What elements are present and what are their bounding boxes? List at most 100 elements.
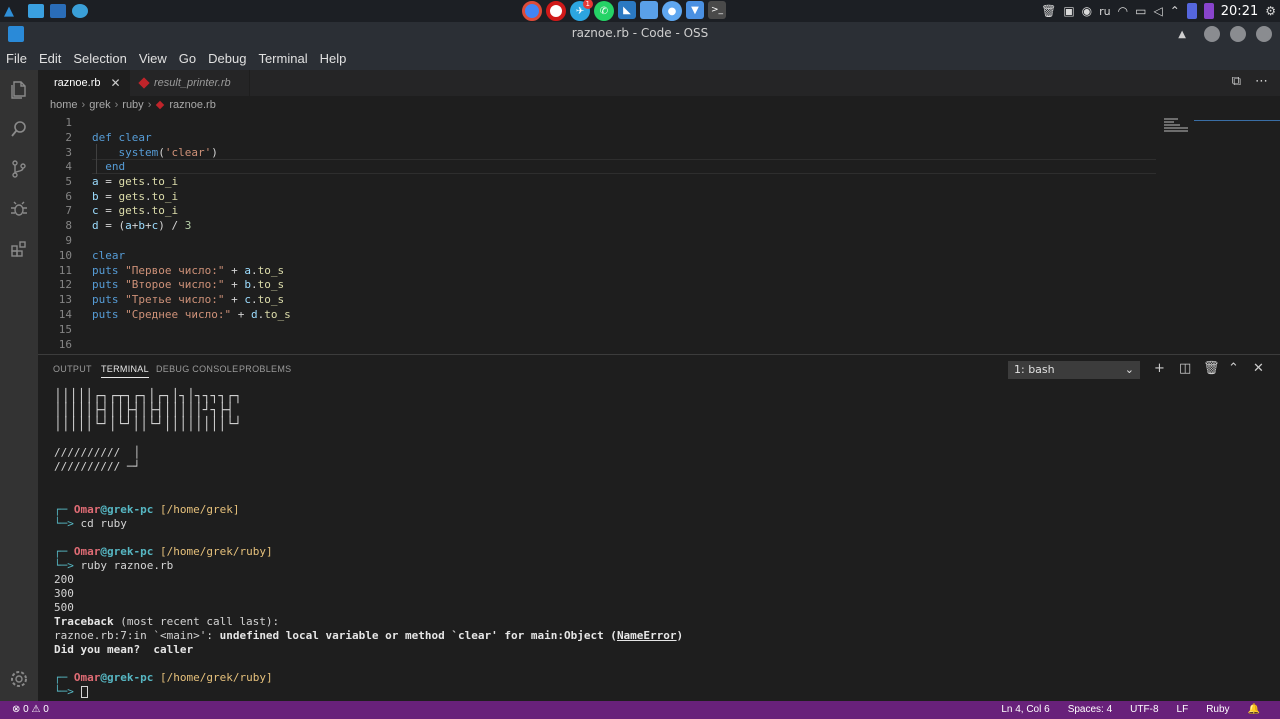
source-control-icon[interactable] [8,158,30,180]
memory-indicator-icon [1203,3,1214,19]
wifi-icon[interactable]: ◠ [1118,4,1128,18]
split-editor-icon[interactable]: ⧉ [1232,74,1241,89]
opera-icon[interactable] [546,1,566,21]
error-icon: ⊗ [12,704,21,715]
vscode-taskbar-icon[interactable] [50,4,66,18]
end-of-line[interactable]: LF [1177,704,1189,715]
menu-help[interactable]: Help [320,51,347,66]
menu-selection[interactable]: Selection [73,51,126,66]
output-line: 200 [54,573,74,586]
editor-tabs: raznoe.rb ✕ result_printer.rb ⧉ ⋯ [38,70,1280,96]
tab-output[interactable]: OUTPUT [53,364,92,374]
file-manager-icon[interactable] [28,4,44,18]
warning-icon: ⚠ [31,704,41,715]
vscode-icon[interactable]: ◣ [618,1,636,19]
output-line: 300 [54,587,74,600]
prompt-line: ┌─ Omar@grek-pc [/home/grek/ruby] [54,671,273,684]
install-icon[interactable]: ▼ [686,1,704,19]
language-mode[interactable]: Ruby [1206,704,1229,715]
chrome-icon[interactable] [522,1,542,21]
telegram-icon[interactable]: ✈ 1 [570,0,593,21]
tab-label: raznoe.rb [54,77,101,89]
tab-result-printer[interactable]: result_printer.rb [130,70,250,96]
breadcrumb-ruby[interactable]: ruby [122,99,143,111]
indentation[interactable]: Spaces: 4 [1068,704,1112,715]
record-tray-icon[interactable]: ◉ [1082,4,1092,18]
tab-debug-console[interactable]: DEBUG CONSOLE [156,364,238,374]
code-editor[interactable]: 1 2 3 4 5 6 7 8 9 10 11 12 13 14 15 16 d… [38,114,1280,354]
code-line: puts "Среднее число:" + d.to_s [92,308,291,321]
tab-terminal[interactable]: TERMINAL [101,364,149,378]
window-tray-icon[interactable]: ▣ [1063,4,1074,18]
code-line: c = gets.to_i [92,204,179,217]
problems-status[interactable]: ⊗ 0 ⚠ 0 [12,704,49,715]
volume-icon[interactable]: ◁ [1153,4,1162,18]
menu-debug[interactable]: Debug [208,51,246,66]
ruby-file-icon [156,100,165,110]
app-launcher-icon[interactable]: ▲ [4,4,14,19]
cursor-position[interactable]: Ln 4, Col 6 [1001,704,1049,715]
menu-view[interactable]: View [139,51,167,66]
panel-header: OUTPUT TERMINAL DEBUG CONSOLE PROBLEMS 1… [38,354,1280,384]
explorer-icon[interactable] [8,78,30,100]
line-number: 1 [65,116,72,129]
close-button[interactable] [1256,26,1272,42]
line-number: 10 [58,249,72,262]
menu-edit[interactable]: Edit [39,51,61,66]
cpu-indicator-icon [1186,3,1197,19]
ruby-file-icon [138,77,150,89]
prompt-line: ┌─ Omar@grek-pc [/home/grek/ruby] [54,545,273,558]
command-line: └─> cd ruby [54,517,127,530]
more-actions-icon[interactable]: ⋯ [1255,74,1268,89]
battery-icon[interactable]: ▭ [1135,4,1146,18]
traceback-line: Traceback (most recent call last): [54,615,280,628]
output-line: 500 [54,601,74,614]
maximize-button[interactable] [1230,26,1246,42]
ascii-art: │││││└┘│└┘││└┘││││││││└┘ [54,417,242,432]
keyboard-language[interactable]: ru [1099,5,1111,18]
minimap[interactable] [1164,118,1194,138]
maximize-panel-icon[interactable]: ⌃ [1228,361,1239,376]
breadcrumb-home[interactable]: home [50,99,78,111]
code-line: puts "Второе число:" + b.to_s [92,278,285,291]
manage-gear-icon[interactable] [8,668,30,690]
close-panel-icon[interactable]: ✕ [1253,361,1264,376]
tab-raznoe[interactable]: raznoe.rb ✕ [38,70,130,96]
split-terminal-icon[interactable]: ◫ [1179,361,1191,376]
breadcrumb-file[interactable]: raznoe.rb [169,99,215,111]
extensions-icon[interactable] [8,238,30,260]
menu-go[interactable]: Go [179,51,196,66]
debug-icon[interactable] [8,198,30,220]
gear-icon[interactable]: ⚙ [1265,4,1276,18]
new-terminal-icon[interactable]: + [1154,361,1165,376]
minimize-button[interactable] [1204,26,1220,42]
menu-file[interactable]: File [6,51,27,66]
line-number: 5 [65,175,72,188]
breadcrumb-grek[interactable]: grek [89,99,110,111]
line-number: 3 [65,146,72,159]
telegram-taskbar-icon[interactable] [72,4,88,18]
clock[interactable]: 20:21 [1221,4,1258,19]
settings-app-icon[interactable]: ● [662,1,682,21]
whatsapp-icon[interactable]: ✆ [594,1,614,21]
terminal[interactable]: │││││┌┐┌┬┐┌┐│┌┐│┐│┐┐┐┐┌┐ │││││├┤││├┤│├┤│… [38,384,1280,701]
kill-terminal-icon[interactable]: 🗑 [1203,361,1220,376]
chevron-up-icon[interactable]: ⌃ [1170,4,1180,18]
keep-above-icon[interactable]: ▲ [1178,29,1186,40]
encoding[interactable]: UTF-8 [1130,704,1158,715]
bell-icon[interactable]: 🔔 [1248,704,1260,715]
terminal-cursor [80,686,88,698]
menu-terminal[interactable]: Terminal [258,51,307,66]
search-icon[interactable] [8,118,30,140]
files-icon[interactable] [640,1,658,19]
code-line: b = gets.to_i [92,190,179,203]
ascii-art: ////////// ─┘ [54,460,141,473]
trash-tray-icon[interactable]: 🗑 [1041,4,1056,18]
terminal-select[interactable]: 1: bash ⌄ [1008,361,1140,379]
line-number: 2 [65,131,72,144]
command-line: └─> ruby raznoe.rb [54,559,174,572]
ascii-art: │││││├┤││├┤│├┤│││││┘┐├┤ [54,403,235,418]
close-icon[interactable]: ✕ [110,76,120,90]
tab-problems[interactable]: PROBLEMS [239,364,291,374]
terminal-app-icon[interactable]: >_ [708,1,726,19]
